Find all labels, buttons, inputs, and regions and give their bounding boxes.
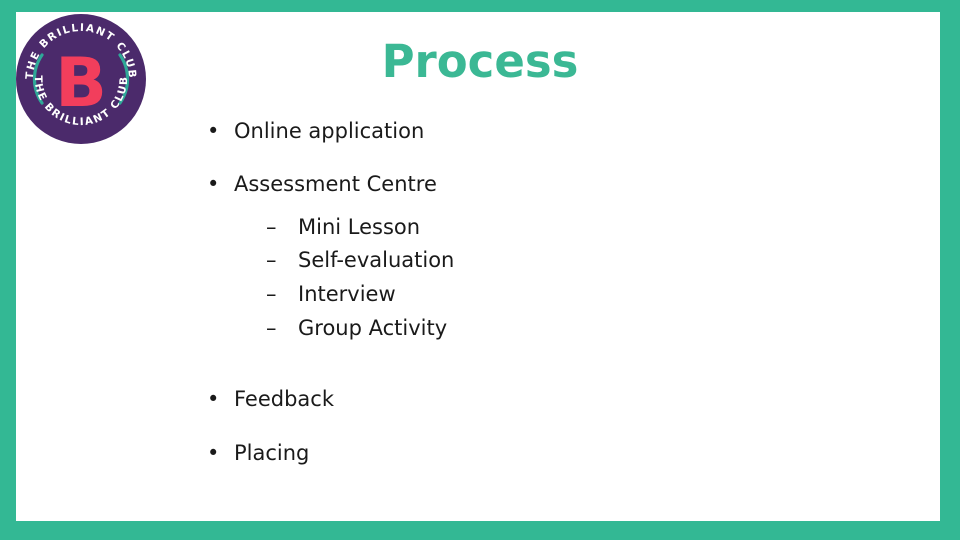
list-item-label: Group Activity — [298, 315, 448, 340]
slide-border-bottom — [0, 521, 960, 540]
sublist-container: – Mini Lesson – Self-evaluation – Interv… — [266, 214, 900, 343]
logo-monogram-b: B — [55, 44, 107, 123]
list-item: • Feedback — [200, 386, 900, 412]
slide-border-right — [940, 0, 960, 540]
list-item: – Group Activity — [266, 315, 900, 343]
slide-body-content: • Online application • Assessment Centre… — [200, 118, 900, 493]
list-item: • Assessment Centre – Mini Lesson – Self… — [200, 171, 900, 342]
presentation-slide: THE BRILLIANT CLUB THE BRILLIANT CLUB B … — [0, 0, 960, 540]
the-brilliant-club-logo: THE BRILLIANT CLUB THE BRILLIANT CLUB B — [13, 11, 149, 147]
list-item-label: Online application — [234, 119, 425, 143]
list-item: • Online application — [200, 118, 900, 144]
dash-marker-icon: – — [266, 248, 277, 273]
bullet-list-level1: • Online application • Assessment Centre… — [200, 118, 900, 466]
dash-marker-icon: – — [266, 214, 277, 239]
bullet-marker-icon: • — [207, 387, 220, 412]
list-item-label: Placing — [234, 440, 310, 465]
list-item-label: Feedback — [234, 387, 335, 412]
list-item: • Placing — [200, 440, 900, 466]
list-item-label: Mini Lesson — [298, 214, 421, 239]
list-item: – Self-evaluation — [266, 247, 900, 275]
list-item: – Mini Lesson — [266, 214, 900, 242]
list-item-label: Assessment Centre — [234, 172, 437, 197]
list-item-label: Interview — [298, 281, 396, 306]
list-item: – Interview — [266, 281, 900, 309]
list-item-label: Self-evaluation — [298, 248, 455, 273]
bullet-marker-icon: • — [207, 119, 220, 143]
bullet-marker-icon: • — [207, 172, 220, 197]
bullet-list-level2: – Mini Lesson – Self-evaluation – Interv… — [266, 214, 900, 343]
dash-marker-icon: – — [266, 281, 277, 306]
bullet-marker-icon: • — [207, 440, 220, 465]
slide-title: Process — [381, 35, 579, 88]
dash-marker-icon: – — [266, 315, 277, 340]
